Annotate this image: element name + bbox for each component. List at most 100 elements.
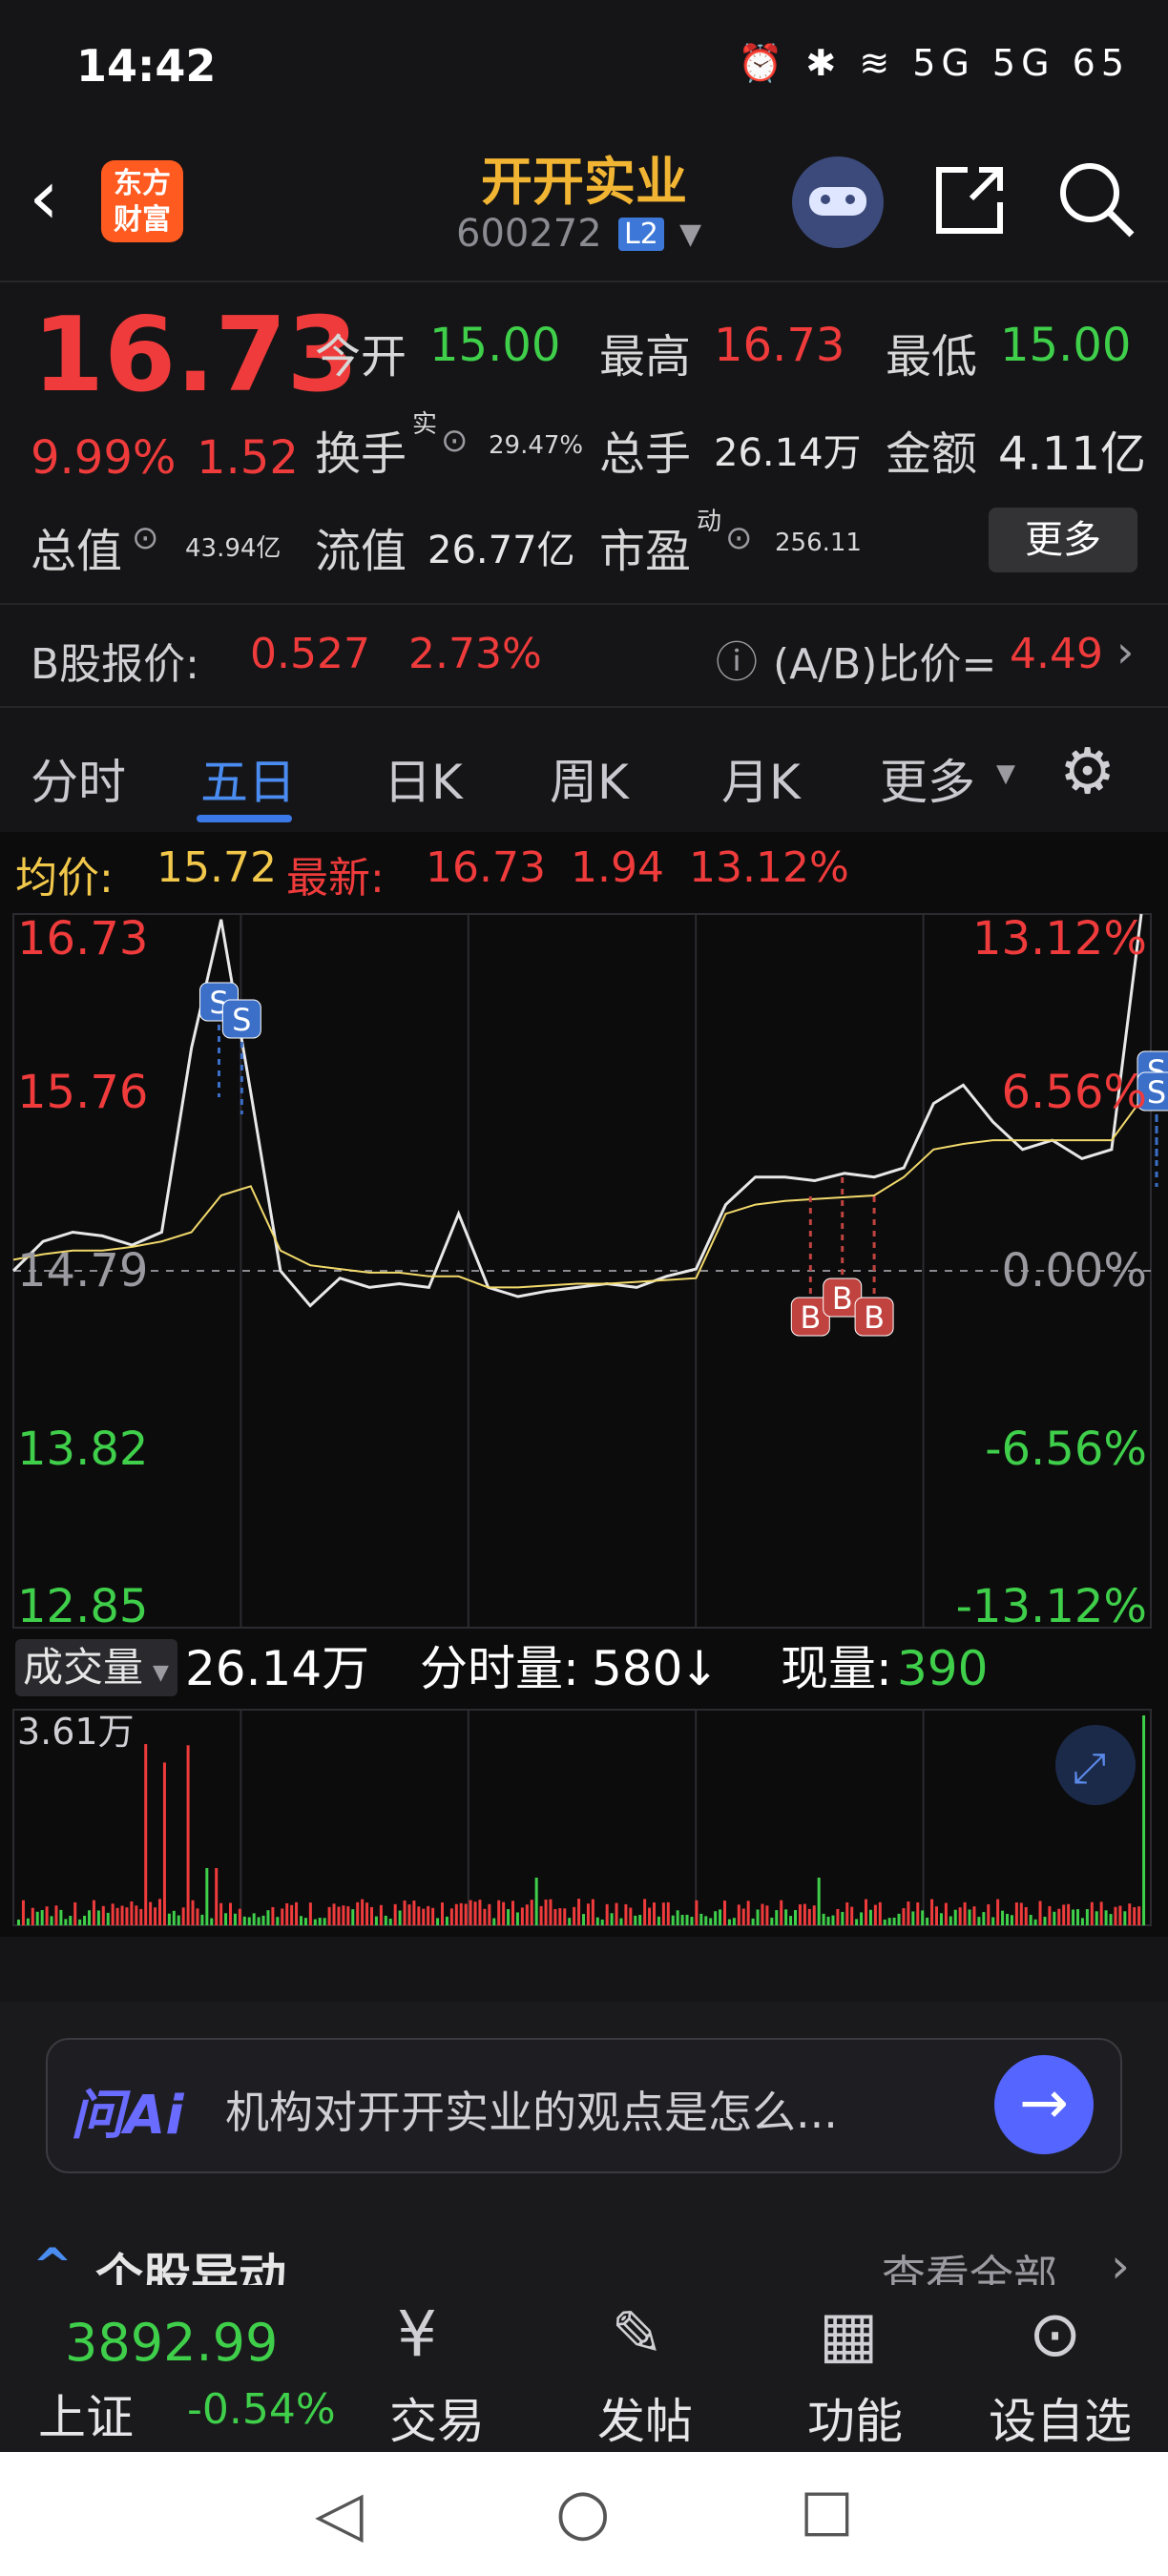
volume-bar [784,1909,788,1925]
y-tick-right: -6.56% [985,1423,1147,1476]
volume-bar [26,1918,30,1925]
ask-ai-question[interactable]: 机构对开开实业的观点是怎么... [225,2078,838,2141]
volume-bar [563,1908,567,1925]
y-tick-right: -13.12% [956,1580,1147,1633]
level2-badge[interactable]: L2 [618,218,664,251]
volume-bar [327,1906,331,1925]
active-tab-indicator [197,815,292,822]
y-tick-left: 12.85 [17,1580,148,1633]
volume-bar [761,1903,764,1925]
share-icon[interactable] [929,160,1010,240]
volume-bar [73,1901,77,1925]
volume-bar [1118,1905,1122,1925]
chevron-right-icon[interactable]: › [1116,626,1134,677]
volume-bar [991,1917,995,1925]
arrow-right-icon[interactable]: → [994,2055,1094,2154]
volume-bar [817,1878,821,1925]
volume-bar [629,1907,633,1925]
nav-recents-icon[interactable]: □ [800,2477,854,2544]
info-dots-icon[interactable]: ⊙ [441,422,469,460]
index-change[interactable]: -0.54% [187,2385,336,2434]
volume-bar [281,1908,284,1925]
nav-home-icon[interactable]: ○ [555,2475,611,2548]
volume-bar [968,1909,971,1925]
volume-bar [403,1900,407,1925]
volume-bar [671,1915,675,1925]
pe-sup: 动 [697,508,722,536]
grid-apps-icon[interactable]: ▦ [819,2297,878,2371]
volume-bar [921,1910,925,1925]
index-name[interactable]: 上证 [38,2379,134,2448]
volume-label: 总手 [599,427,692,481]
volume-bar [337,1906,341,1925]
volume-bar [290,1904,294,1925]
nav-trade[interactable]: 交易 [389,2383,485,2452]
volume-bar [553,1908,557,1925]
tab-five-day[interactable]: 五日 [200,744,296,813]
volume-bar [1095,1911,1098,1925]
ab-ratio-value[interactable]: 4.49 [1010,630,1103,678]
volume-bar [756,1909,760,1925]
volume-bar [1080,1918,1084,1925]
nav-post[interactable]: 发帖 [597,2383,693,2452]
volume-selector-label[interactable]: 成交量 [23,1644,143,1691]
search-icon[interactable] [1055,158,1137,240]
settings-gear-icon[interactable]: ⚙ [1059,735,1116,808]
high-label: 最高 [599,330,692,384]
volume-bar [704,1916,708,1925]
turnover-sup: 实 [412,410,438,439]
volume-bar [573,1906,576,1925]
avg-value: 15.72 [156,843,277,892]
edit-post-icon[interactable]: ✎ [611,2297,663,2371]
nav-functions[interactable]: 功能 [807,2383,903,2452]
volume-bar [130,1901,134,1925]
volume-bar [714,1911,718,1925]
volume-bar [205,1868,209,1925]
more-button[interactable]: 更多 [989,508,1137,572]
chevron-down-icon: ▼ [153,1661,169,1685]
index-value[interactable]: 3892.99 [65,2313,278,2373]
volume-bar [295,1901,299,1925]
volume-bar [422,1908,426,1925]
volume-bar [388,1919,392,1925]
volume-bar [454,1903,458,1925]
stock-code[interactable]: 600272 [456,212,602,256]
volume-bar [210,1918,214,1925]
chevron-down-icon[interactable]: ▼ [996,759,1015,788]
ab-ratio-label[interactable]: (A/B)比价= [773,630,996,691]
volume-bar [1014,1902,1018,1925]
volume-bar [276,1917,280,1925]
volume-bar [261,1915,265,1925]
tab-more[interactable]: 更多 [880,744,975,813]
info-dots-icon[interactable]: ⊙ [132,519,159,557]
volume-bar [17,1920,20,1925]
volume-bar [346,1906,350,1925]
nav-add-watchlist[interactable]: 设自选 [989,2383,1132,2452]
volume-bar [525,1904,529,1925]
volume-bar [361,1899,365,1925]
volume-bar [271,1906,275,1925]
volume-value: 26.14万 [714,431,862,475]
assistant-avatar-icon[interactable] [792,156,884,248]
volume-bar [661,1902,665,1925]
volume-bar [897,1913,901,1925]
five-day-chart[interactable]: S SBBBSS 16.7315.7614.7913.8212.8513.12%6… [0,906,1168,1937]
tab-weekly-k[interactable]: 周K [550,744,629,813]
trade-yen-icon[interactable]: ¥ [397,2297,437,2371]
status-bar: 14:42 ⏰ ✱ ≋ 5G 5G 65 [0,0,1168,134]
more-circle-icon[interactable]: ⊙ [1029,2297,1081,2371]
tab-daily-k[interactable]: 日K [384,744,463,813]
trade-marker-label: B [832,1280,853,1317]
volume-bar [789,1916,793,1925]
tab-intraday[interactable]: 分时 [31,744,126,813]
volume-bar [215,1868,219,1925]
chevron-down-icon[interactable]: ▼ [679,218,701,251]
nav-back-icon[interactable]: ◁ [315,2477,364,2550]
volume-bar [459,1902,463,1925]
volume-bar [483,1908,487,1925]
tab-monthly-k[interactable]: 月K [721,744,801,813]
volume-bar [845,1901,849,1925]
info-dots-icon[interactable]: ⊙ [725,519,753,557]
help-icon[interactable]: ⓘ [716,628,758,689]
volume-bar [577,1899,581,1925]
